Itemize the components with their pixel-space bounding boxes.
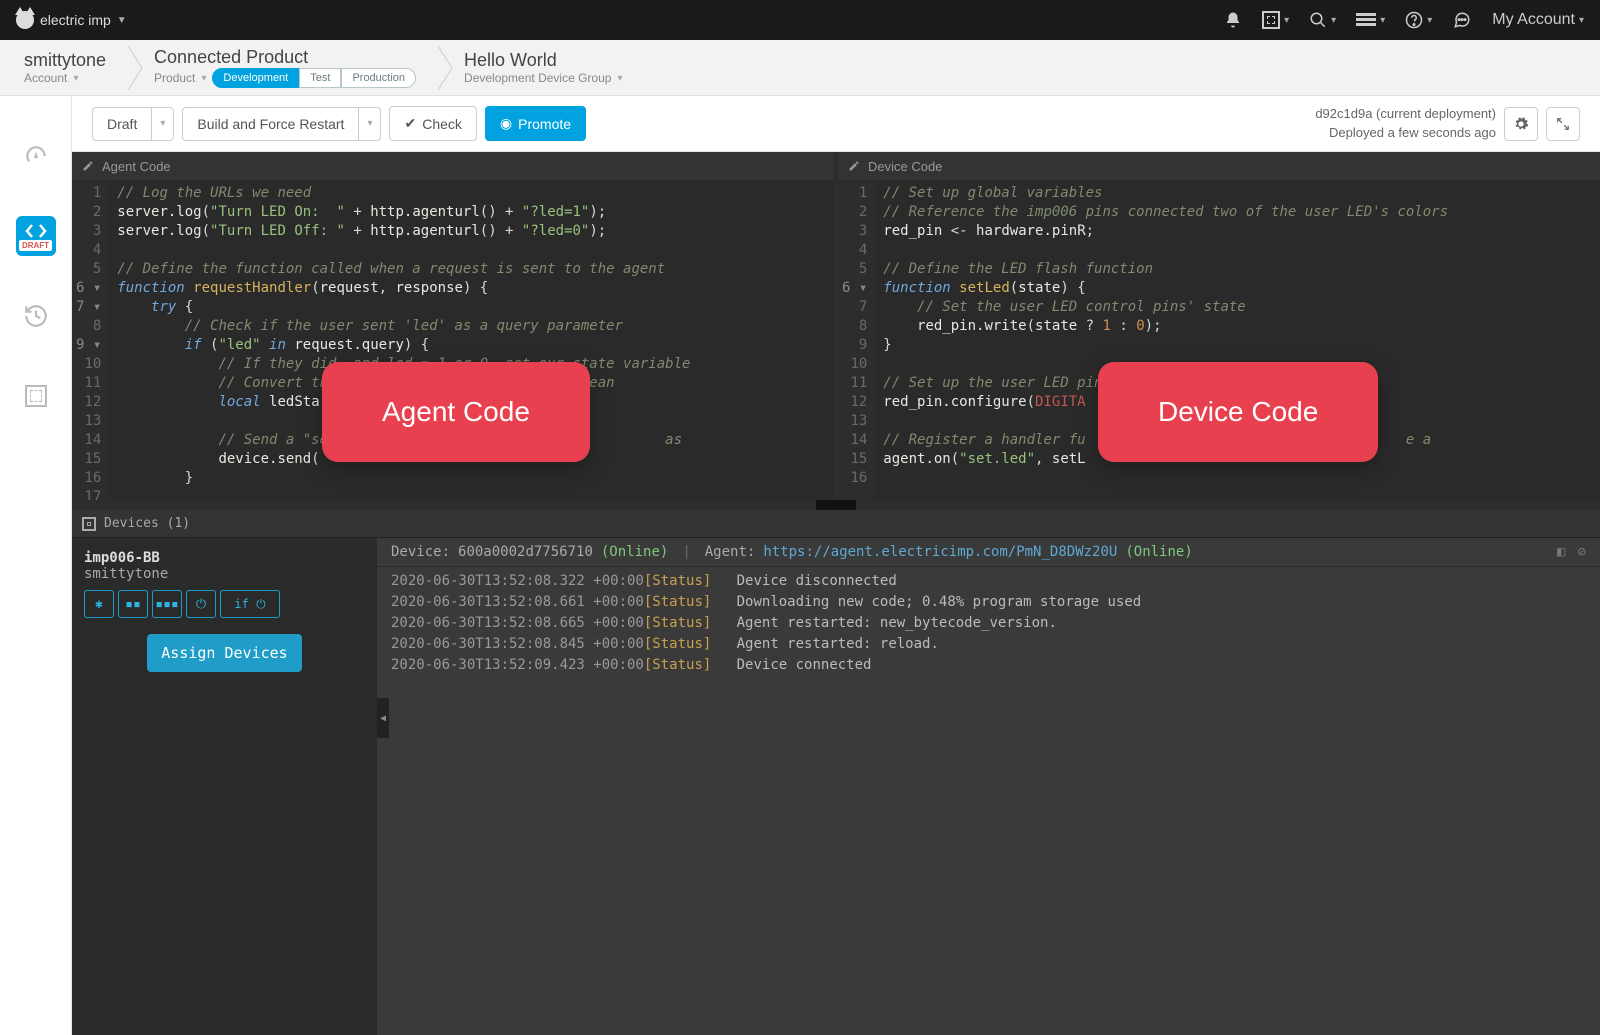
breadcrumb-product[interactable]: Connected Product Product ▾ Development … (146, 43, 436, 92)
rail-dashboard-icon[interactable] (16, 136, 56, 176)
agent-editor-title: Agent Code (102, 159, 171, 174)
device-status: (Online) (601, 544, 668, 560)
build-button[interactable]: Build and Force Restart (182, 107, 358, 141)
rail-code-icon[interactable]: DRAFT (16, 216, 56, 256)
device-id-label: Device: (391, 544, 450, 560)
disable-icon[interactable]: ⊘ (1578, 544, 1586, 560)
caret-down-icon: ▾ (617, 73, 622, 84)
chip-icon (82, 517, 96, 531)
breadcrumb-group[interactable]: Hello World Development Device Group ▾ (456, 46, 642, 89)
pencil-icon (848, 160, 860, 172)
device-settings-icon[interactable]: ✱ (84, 590, 114, 618)
deploy-id: d92c1d9a (current deployment) (1315, 105, 1496, 123)
bell-icon[interactable] (1224, 11, 1242, 29)
device-callout: Device Code (1098, 362, 1378, 462)
device-id: 600a0002d7756710 (458, 544, 593, 560)
log-lines[interactable]: 2020-06-30T13:52:08.322 +00:00[Status] D… (377, 567, 1600, 680)
breadcrumb-account[interactable]: smittytone Account ▾ (16, 46, 126, 89)
device-power-icon[interactable]: ⏻ (186, 590, 216, 618)
device-owner: smittytone (84, 566, 365, 582)
draft-badge: DRAFT (19, 240, 52, 251)
collapse-handle[interactable]: ◀ (377, 698, 389, 738)
check-button[interactable]: ✔ Check (389, 106, 476, 141)
agent-status: (Online) (1125, 544, 1192, 560)
crumb-group-title: Hello World (464, 50, 622, 71)
log-line: 2020-06-30T13:52:09.423 +00:00[Status] D… (391, 655, 1586, 676)
caret-down-icon: ▾ (73, 73, 78, 84)
draft-dropdown[interactable]: Draft ▾ (92, 107, 174, 141)
fullscreen-icon[interactable] (1546, 107, 1580, 141)
deploy-info: d92c1d9a (current deployment) Deployed a… (1315, 105, 1496, 141)
breadcrumb-bar: smittytone Account ▾ Connected Product P… (0, 40, 1600, 96)
log-panel: Device: 600a0002d7756710 (Online) | Agen… (377, 538, 1600, 1035)
breadcrumb-sep (126, 46, 146, 90)
build-label: Build and Force Restart (197, 116, 344, 132)
build-dropdown[interactable]: Build and Force Restart ▾ (182, 107, 381, 141)
draft-label: Draft (107, 116, 137, 132)
pill-test[interactable]: Test (299, 68, 341, 88)
crumb-product-sub: Product (154, 71, 195, 85)
device-gutter: 123456 ▾78910111213141516 (838, 180, 875, 500)
brand-logo[interactable]: electric imp ▼ (16, 11, 127, 29)
devices-panel: Devices (1) imp006-BB smittytone ✱ ▪▪ ▪▪… (72, 510, 1600, 1035)
crumb-account-sub: Account (24, 71, 67, 85)
stack-icon[interactable]: ▾ (1356, 13, 1385, 27)
help-icon[interactable]: ▾ (1405, 11, 1432, 29)
agent-url-link[interactable]: https://agent.electricimp.com/PmN_D8DWz2… (763, 544, 1117, 560)
device-grid1-icon[interactable]: ▪▪ (118, 590, 148, 618)
deploy-time: Deployed a few seconds ago (1315, 124, 1496, 142)
promote-label: Promote (518, 116, 571, 132)
device-grid2-icon[interactable]: ▪▪▪ (152, 590, 182, 618)
editor-toolbar: Draft ▾ Build and Force Restart ▾ ✔ Chec… (72, 96, 1600, 152)
cat-icon (16, 11, 34, 29)
agent-callout: Agent Code (322, 362, 590, 462)
brand-text: electric imp (40, 12, 111, 28)
rail-chip-icon[interactable] (16, 376, 56, 416)
log-header: Device: 600a0002d7756710 (Online) | Agen… (377, 538, 1600, 567)
left-rail: DRAFT (0, 96, 72, 1035)
env-pills: Development Test Production (212, 68, 416, 88)
gear-icon[interactable] (1504, 107, 1538, 141)
vertical-splitter[interactable] (72, 500, 1600, 510)
chat-icon[interactable] (1452, 11, 1472, 29)
pill-production[interactable]: Production (341, 68, 416, 88)
log-line: 2020-06-30T13:52:08.845 +00:00[Status] A… (391, 634, 1586, 655)
device-if-power-button[interactable]: if ⏻ (220, 590, 280, 618)
draft-caret[interactable]: ▾ (151, 107, 174, 141)
my-account-menu[interactable]: My Account▾ (1492, 11, 1584, 29)
eraser-icon[interactable]: ◧ (1557, 544, 1565, 560)
assign-devices-button[interactable]: Assign Devices (147, 634, 301, 672)
pencil-icon (82, 160, 94, 172)
device-name[interactable]: imp006-BB (84, 550, 365, 566)
devices-header-label: Devices (1) (104, 516, 190, 531)
crumb-account-title: smittytone (24, 50, 106, 71)
promote-button[interactable]: ◉ Promote (485, 106, 586, 141)
caret-down-icon: ▾ (201, 73, 206, 84)
pill-development[interactable]: Development (212, 68, 299, 88)
device-editor[interactable]: Device Code 123456 ▾78910111213141516 //… (838, 152, 1600, 500)
crumb-group-sub: Development Device Group (464, 71, 611, 85)
rail-history-icon[interactable] (16, 296, 56, 336)
draft-button[interactable]: Draft (92, 107, 151, 141)
my-account-label: My Account (1492, 11, 1575, 29)
editors-row: Agent Code 123456 ▾7 ▾89 ▾10111213141516… (72, 152, 1600, 500)
chip-icon[interactable]: ▾ (1262, 11, 1289, 29)
top-nav: electric imp ▼ ▾ ▾ ▾ ▾ My Account▾ (0, 0, 1600, 40)
search-icon[interactable]: ▾ (1309, 11, 1336, 29)
check-label: Check (422, 116, 462, 132)
agent-gutter: 123456 ▾7 ▾89 ▾101112131415161718 (72, 180, 109, 500)
device-editor-title: Device Code (868, 159, 942, 174)
device-list: imp006-BB smittytone ✱ ▪▪ ▪▪▪ ⏻ if ⏻ Ass… (72, 538, 377, 1035)
log-line: 2020-06-30T13:52:08.322 +00:00[Status] D… (391, 571, 1586, 592)
breadcrumb-sep (436, 46, 456, 90)
log-line: 2020-06-30T13:52:08.661 +00:00[Status] D… (391, 592, 1586, 613)
build-caret[interactable]: ▾ (358, 107, 381, 141)
agent-label: Agent: (705, 544, 756, 560)
crumb-product-title: Connected Product (154, 47, 416, 68)
log-line: 2020-06-30T13:52:08.665 +00:00[Status] A… (391, 613, 1586, 634)
agent-editor[interactable]: Agent Code 123456 ▾7 ▾89 ▾10111213141516… (72, 152, 834, 500)
caret-down-icon: ▼ (117, 15, 127, 26)
